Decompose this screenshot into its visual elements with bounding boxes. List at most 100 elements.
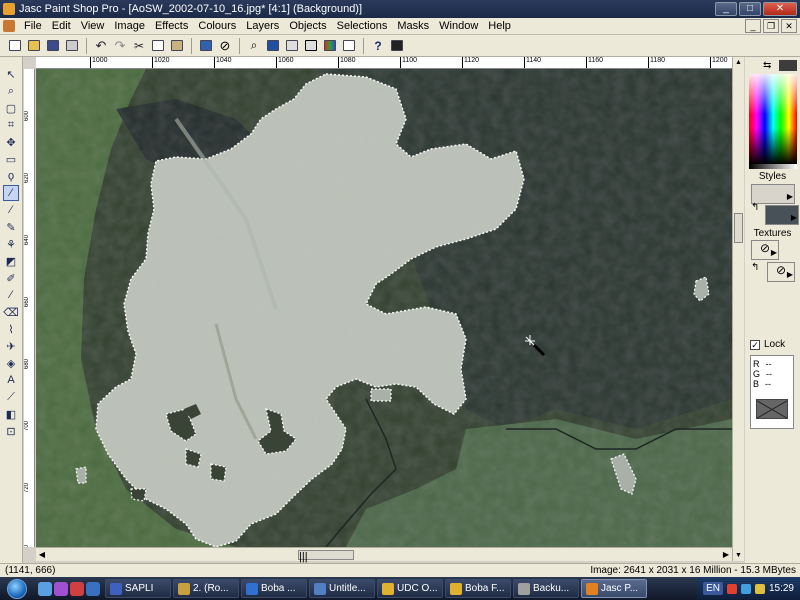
vertical-scrollbar[interactable]: ▲ ▼ (732, 57, 744, 561)
background-texture-none-icon[interactable]: ⊘ ▶ (767, 262, 795, 282)
swap-colours-icon[interactable]: ⇆ (763, 60, 777, 71)
open-folder-icon[interactable] (25, 37, 43, 55)
taskbar-button[interactable]: Jasc P... (581, 579, 647, 598)
zoom-tool-icon[interactable]: ⌕ (3, 83, 19, 99)
layer-palette-icon[interactable] (340, 37, 358, 55)
doc-close-button[interactable]: ✕ (781, 19, 797, 33)
menu-image[interactable]: Image (109, 19, 150, 34)
taskbar-button[interactable]: Untitle... (309, 579, 375, 598)
airbrush-tool-icon[interactable]: ✈ (3, 338, 19, 354)
histogram-icon[interactable] (283, 37, 301, 55)
foreground-style-box[interactable]: ▶ (751, 184, 795, 204)
colour-spectrum[interactable] (749, 74, 797, 164)
menu-effects[interactable]: Effects (150, 19, 193, 34)
save-icon[interactable] (44, 37, 62, 55)
channels-icon[interactable] (321, 37, 339, 55)
scroll-right-icon[interactable]: ▶ (720, 549, 732, 561)
freehand-tool-icon[interactable]: ϙ (3, 168, 19, 184)
document-icon[interactable] (3, 20, 15, 32)
cut-icon[interactable]: ✂ (130, 37, 148, 55)
zoom-icon[interactable]: ⌕ (245, 37, 263, 55)
messenger-icon[interactable] (54, 581, 68, 596)
start-button[interactable] (0, 578, 34, 600)
object-selector-tool-icon[interactable]: ⊡ (3, 423, 19, 439)
taskbar-button[interactable]: UDC O... (377, 579, 443, 598)
ie-icon[interactable] (86, 581, 100, 596)
menu-view[interactable]: View (76, 19, 110, 34)
minimize-button[interactable]: _ (715, 2, 737, 16)
horizontal-scroll-thumb[interactable]: ||| (298, 550, 354, 563)
close-button[interactable]: ✕ (763, 2, 797, 16)
tray-volume-icon[interactable] (754, 583, 765, 594)
browse-icon[interactable]: ⊘ (216, 37, 234, 55)
image-canvas[interactable] (36, 69, 732, 547)
taskbar-button-label: Boba ... (261, 583, 296, 594)
paintbrush-tool-icon[interactable]: ✎ (3, 219, 19, 235)
crop-tool-icon[interactable]: ⌗ (3, 117, 19, 133)
menu-masks[interactable]: Masks (392, 19, 434, 34)
lock-row: ✓ Lock (750, 339, 785, 350)
scroll-up-icon[interactable]: ▲ (733, 57, 744, 68)
print-icon[interactable] (63, 37, 81, 55)
new-file-icon[interactable] (6, 37, 24, 55)
dropper-tool-icon[interactable]: ⁄ (3, 202, 19, 218)
draw-tool-icon[interactable]: ⟋ (3, 389, 19, 405)
selection-tool-icon[interactable]: ▭ (3, 151, 19, 167)
scroll-left-icon[interactable]: ◀ (36, 549, 48, 561)
paste-icon[interactable] (168, 37, 186, 55)
tray-antivirus-icon[interactable] (726, 583, 737, 594)
media-icon[interactable] (70, 581, 84, 596)
taskbar-button[interactable]: Boba ... (241, 579, 307, 598)
taskbar-button[interactable]: Boba F... (445, 579, 511, 598)
menu-window[interactable]: Window (434, 19, 483, 34)
current-colour-swatch[interactable] (779, 60, 797, 71)
redo-icon[interactable]: ↷ (111, 37, 129, 55)
taskbar-button[interactable]: 2. (Ro... (173, 579, 239, 598)
tray-network-icon[interactable] (740, 583, 751, 594)
browser-icon[interactable] (38, 581, 52, 596)
undo-icon[interactable]: ↶ (92, 37, 110, 55)
scroll-down-icon[interactable]: ▼ (733, 550, 744, 561)
maximize-button[interactable]: □ (739, 2, 761, 16)
magic-wand-tool-icon[interactable]: ⁄ (3, 185, 19, 201)
scratch-remover-tool-icon[interactable]: ∕ (3, 287, 19, 303)
vertical-scroll-thumb[interactable] (734, 213, 743, 243)
menu-file[interactable]: File (19, 19, 47, 34)
eraser-tool-icon[interactable]: ⌫ (3, 304, 19, 320)
clone-brush-tool-icon[interactable]: ⚘ (3, 236, 19, 252)
doc-minimize-button[interactable]: _ (745, 19, 761, 33)
menu-help[interactable]: Help (483, 19, 516, 34)
arrow-tool-icon[interactable]: ↖ (3, 66, 19, 82)
background-style-box[interactable]: ▶ (765, 205, 799, 225)
taskbar-button[interactable]: SAPLI (105, 579, 171, 598)
ruler-label: 1100 (402, 57, 418, 64)
taskbar-button[interactable]: Backu... (513, 579, 579, 598)
menu-selections[interactable]: Selections (332, 19, 393, 34)
flood-fill-tool-icon[interactable]: ◈ (3, 355, 19, 371)
menu-colours[interactable]: Colours (193, 19, 241, 34)
picture-tube-tool-icon[interactable]: ⌇ (3, 321, 19, 337)
language-indicator[interactable]: EN (703, 582, 723, 595)
copy-icon[interactable] (149, 37, 167, 55)
color-replacer-tool-icon[interactable]: ◩ (3, 253, 19, 269)
graph-icon[interactable] (302, 37, 320, 55)
menu-layers[interactable]: Layers (241, 19, 284, 34)
lock-checkbox[interactable]: ✓ (750, 339, 760, 350)
retouch-tool-icon[interactable]: ✐ (3, 270, 19, 286)
overview-icon[interactable] (264, 37, 282, 55)
menu-edit[interactable]: Edit (47, 19, 76, 34)
status-bar: (1141, 666) Image: 2641 x 2031 x 16 Mill… (0, 563, 800, 577)
preset-shapes-tool-icon[interactable]: ◧ (3, 406, 19, 422)
horizontal-scrollbar[interactable]: ◀ ||| ▶ (36, 547, 732, 563)
shopping-icon[interactable] (388, 37, 406, 55)
doc-restore-button[interactable]: ❐ (763, 19, 779, 33)
ruler-label: 1020 (154, 57, 170, 64)
deform-tool-icon[interactable]: ▢ (3, 100, 19, 116)
greyscale-strip[interactable] (749, 164, 797, 169)
help-icon[interactable]: ? (369, 37, 387, 55)
menu-objects[interactable]: Objects (284, 19, 331, 34)
mover-tool-icon[interactable]: ✥ (3, 134, 19, 150)
text-tool-icon[interactable]: A (3, 372, 19, 388)
full-screen-icon[interactable] (197, 37, 215, 55)
foreground-texture-none-icon[interactable]: ⊘ ▶ (751, 240, 779, 260)
